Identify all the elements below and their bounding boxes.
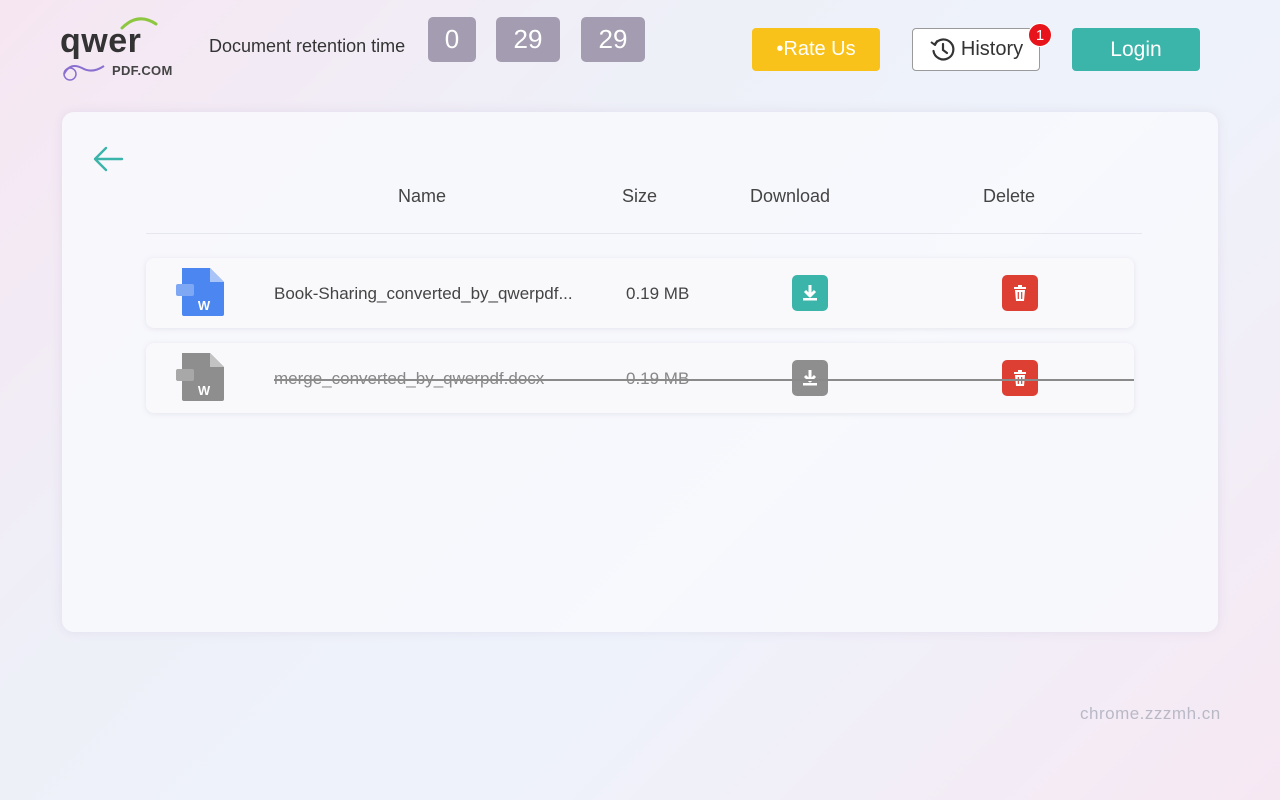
trash-icon <box>1014 370 1026 386</box>
file-row: W merge_converted_by_qwerpdf.docx 0.19 M… <box>146 343 1134 413</box>
logo-subtext: PDF.COM <box>112 63 173 78</box>
column-header-name: Name <box>398 186 447 206</box>
strikethrough-line <box>274 379 1134 381</box>
file-row: W Book-Sharing_converted_by_qwerpdf... 0… <box>146 258 1134 328</box>
timer-hours: 0 <box>428 17 476 62</box>
timer-seconds: 29 <box>581 17 645 62</box>
history-label: History <box>960 38 1024 60</box>
column-header-delete: Delete <box>983 186 1036 206</box>
timer-minutes: 29 <box>496 17 560 62</box>
svg-text:W: W <box>198 298 211 313</box>
download-icon <box>803 285 817 301</box>
download-button[interactable] <box>792 360 828 396</box>
delete-button[interactable] <box>1002 360 1038 396</box>
file-name: Book-Sharing_converted_by_qwerpdf... <box>274 284 573 303</box>
back-arrow-icon[interactable] <box>92 145 124 173</box>
logo-text: qwer <box>60 22 142 60</box>
column-header-download: Download <box>750 186 831 206</box>
file-size: 0.19 MB <box>626 284 690 303</box>
word-file-icon: W <box>176 353 224 401</box>
history-count-badge: 1 <box>1028 23 1052 47</box>
word-file-icon: W <box>176 268 224 316</box>
login-label: Login <box>1110 37 1162 61</box>
header-divider <box>146 233 1142 234</box>
delete-button[interactable] <box>1002 275 1038 311</box>
login-button[interactable]: Login <box>1072 28 1200 71</box>
rate-us-label: •Rate Us <box>776 38 856 60</box>
retention-label: Document retention time <box>209 36 406 56</box>
column-header-size: Size <box>622 186 658 206</box>
logo-swirl-icon <box>63 65 105 81</box>
download-icon <box>803 370 817 386</box>
download-button[interactable] <box>792 275 828 311</box>
trash-icon <box>1014 285 1026 301</box>
history-clock-icon <box>930 37 955 61</box>
svg-text:W: W <box>198 383 211 398</box>
watermark-text: chrome.zzzmh.cn <box>1080 704 1221 723</box>
history-button[interactable]: History <box>912 28 1040 71</box>
qwerpdf-logo[interactable]: qwer PDF.COM <box>60 16 190 86</box>
rate-us-button[interactable]: •Rate Us <box>752 28 880 71</box>
